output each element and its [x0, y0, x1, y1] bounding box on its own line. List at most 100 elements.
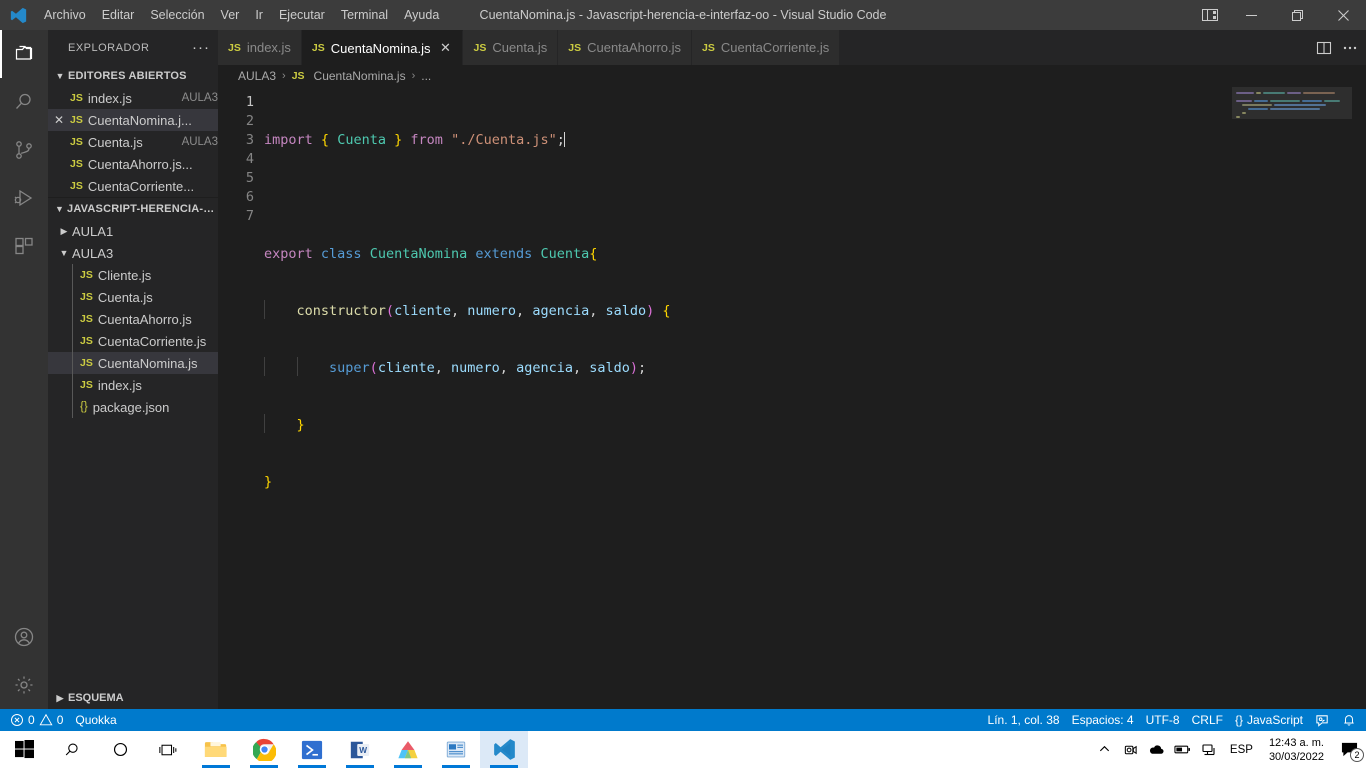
section-open-editors[interactable]: ▼ EDITORES ABIERTOS	[48, 65, 218, 87]
chevron-down-icon: ▼	[59, 248, 69, 258]
taskbar-app-google-drive[interactable]	[384, 731, 432, 768]
open-editor-item-cuentanomina[interactable]: ✕ JS CuentaNomina.j...	[48, 109, 218, 131]
token-export: export	[264, 246, 313, 262]
close-button[interactable]	[1320, 0, 1366, 30]
taskbar-app-powershell[interactable]	[288, 731, 336, 768]
network-icon[interactable]	[1196, 731, 1222, 768]
status-feedback[interactable]	[1309, 709, 1336, 731]
tab-label: CuentaNomina.js	[330, 40, 431, 56]
tree-file-cuenta[interactable]: JS Cuenta.js	[48, 286, 218, 308]
menu-ayuda[interactable]: Ayuda	[396, 0, 447, 30]
menu-seleccion[interactable]: Selección	[142, 0, 212, 30]
status-quokka[interactable]: Quokka	[69, 709, 122, 731]
tree-file-cuentanomina[interactable]: JS CuentaNomina.js	[48, 352, 218, 374]
tab-cuentaahorro-js[interactable]: JS CuentaAhorro.js	[558, 30, 693, 65]
split-editor-right-icon[interactable]	[1316, 40, 1332, 56]
menu-bar[interactable]: Archivo Editar Selección Ver Ir Ejecutar…	[36, 0, 447, 30]
token-super: super	[329, 360, 370, 376]
editor-actions-more-icon[interactable]	[1342, 40, 1358, 56]
js-file-icon: JS	[291, 70, 305, 82]
action-center-icon[interactable]: 2	[1332, 731, 1366, 768]
camera-icon[interactable]	[1118, 731, 1144, 768]
activitybar-item-extensions[interactable]	[0, 222, 48, 270]
status-cursor-position[interactable]: Lín. 1, col. 38	[982, 709, 1066, 731]
close-icon[interactable]: ✕	[48, 113, 70, 127]
activitybar-item-accounts[interactable]	[0, 613, 48, 661]
tree-file-cliente[interactable]: JS Cliente.js	[48, 264, 218, 286]
show-hidden-icons-icon[interactable]	[1092, 731, 1118, 768]
tree-file-index[interactable]: JS index.js	[48, 374, 218, 396]
menu-archivo[interactable]: Archivo	[36, 0, 94, 30]
open-editor-item-index[interactable]: JS index.js AULA3	[48, 87, 218, 109]
status-language-mode[interactable]: {} JavaScript	[1229, 709, 1309, 731]
menu-ejecutar[interactable]: Ejecutar	[271, 0, 333, 30]
open-editor-item-cuentaahorro[interactable]: JS CuentaAhorro.js...	[48, 153, 218, 175]
status-problems[interactable]: 0 0	[4, 709, 69, 731]
activitybar-item-source-control[interactable]	[0, 126, 48, 174]
open-editor-item-cuentacorriente[interactable]: JS CuentaCorriente...	[48, 175, 218, 197]
menu-terminal[interactable]: Terminal	[333, 0, 396, 30]
activitybar-item-run-and-debug[interactable]	[0, 174, 48, 222]
tab-index-js[interactable]: JS index.js	[218, 30, 302, 65]
status-encoding[interactable]: UTF-8	[1140, 709, 1186, 731]
activitybar-item-search[interactable]	[0, 78, 48, 126]
code-editor[interactable]: 1 2 3 4 5 6 7 import { Cuenta } from "./…	[218, 87, 1366, 709]
section-outline[interactable]: ▶ ESQUEMA	[48, 687, 218, 709]
editor-vertical-scrollbar[interactable]	[1352, 87, 1366, 709]
minimap[interactable]	[1232, 87, 1352, 709]
tab-cuenta-js[interactable]: JS Cuenta.js	[463, 30, 559, 65]
open-editor-item-cuenta[interactable]: JS Cuenta.js AULA3	[48, 131, 218, 153]
battery-icon[interactable]	[1170, 731, 1196, 768]
tab-cuentanomina-js[interactable]: JS CuentaNomina.js ✕	[301, 30, 464, 65]
breadcrumb-file[interactable]: CuentaNomina.js	[314, 69, 406, 83]
js-file-icon: JS	[568, 41, 582, 54]
tab-label: CuentaAhorro.js	[587, 40, 682, 55]
tab-close-icon[interactable]: ✕	[438, 40, 452, 56]
breadcrumb-folder[interactable]: AULA3	[238, 69, 276, 83]
more-actions-icon[interactable]: ···	[192, 40, 210, 55]
status-notifications[interactable]	[1336, 709, 1362, 731]
task-view-icon[interactable]	[144, 731, 192, 768]
taskbar-app-vscode[interactable]	[480, 731, 528, 768]
customize-layout-icon[interactable]	[1192, 0, 1228, 30]
tree-folder-aula1[interactable]: ▶ AULA1	[48, 220, 218, 242]
menu-ir[interactable]: Ir	[247, 0, 271, 30]
menu-editar[interactable]: Editar	[94, 0, 143, 30]
onedrive-cloud-icon[interactable]	[1144, 731, 1170, 768]
taskbar-app-chrome[interactable]	[240, 731, 288, 768]
js-file-icon: JS	[70, 92, 83, 104]
tree-file-cuentaahorro[interactable]: JS CuentaAhorro.js	[48, 308, 218, 330]
tray-clock[interactable]: 12:43 a. m. 30/03/2022	[1261, 736, 1332, 764]
menu-ver[interactable]: Ver	[213, 0, 248, 30]
cortana-icon[interactable]	[96, 731, 144, 768]
token-param-cliente: cliente	[394, 303, 451, 319]
breadcrumb-overflow[interactable]: ...	[421, 69, 431, 83]
taskbar-app-word[interactable]: W	[336, 731, 384, 768]
taskbar-app-file-explorer[interactable]	[192, 731, 240, 768]
activitybar-item-settings[interactable]	[0, 661, 48, 709]
tree-file-cuentacorriente[interactable]: JS CuentaCorriente.js	[48, 330, 218, 352]
taskbar-search-icon[interactable]	[48, 731, 96, 768]
line-number: 5	[245, 170, 254, 186]
minimap-slider[interactable]	[1232, 87, 1352, 119]
tree-folder-aula3[interactable]: ▼ AULA3	[48, 242, 218, 264]
status-indentation[interactable]: Espacios: 4	[1066, 709, 1140, 731]
minimize-button[interactable]	[1228, 0, 1274, 30]
windows-start-icon[interactable]	[0, 731, 48, 768]
tab-cuentacorriente-js[interactable]: JS CuentaCorriente.js	[692, 30, 841, 65]
status-eol[interactable]: CRLF	[1186, 709, 1229, 731]
token-comma: ,	[434, 360, 443, 376]
code-content[interactable]: import { Cuenta } from "./Cuenta.js"; ex…	[264, 87, 1232, 709]
tree-file-packagejson[interactable]: {} package.json	[48, 396, 218, 418]
maximize-restore-button[interactable]	[1274, 0, 1320, 30]
activitybar-item-explorer[interactable]	[0, 30, 48, 78]
open-editor-label: CuentaAhorro.js...	[87, 156, 193, 172]
taskbar-app-powerpoint[interactable]	[432, 731, 480, 768]
section-workspace[interactable]: ▼ JAVASCRIPT-HERENCIA-E-I...	[48, 198, 218, 220]
folder-label: AULA3	[72, 245, 114, 261]
tray-language[interactable]: ESP	[1222, 744, 1261, 756]
